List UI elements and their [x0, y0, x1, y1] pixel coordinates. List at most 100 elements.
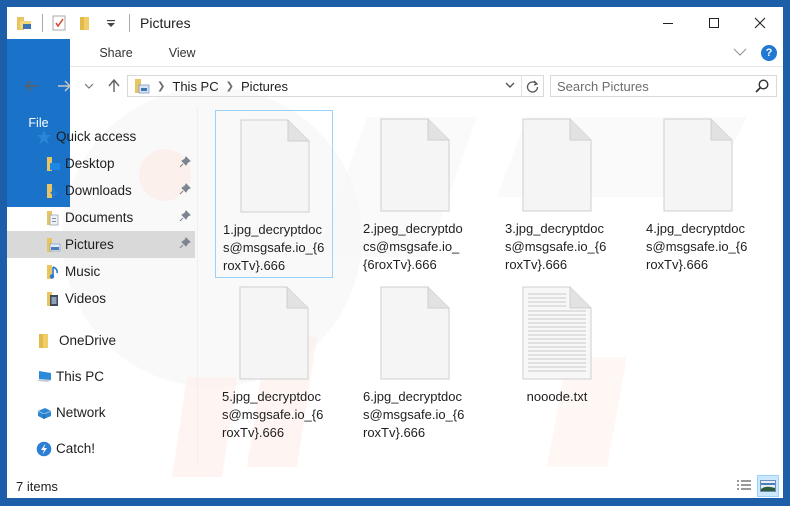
sidebar-item-quick-access[interactable]: Quick access — [7, 123, 195, 150]
sidebar-item-this-pc[interactable]: This PC — [7, 363, 195, 390]
desktop-folder-icon — [45, 156, 61, 172]
large-icons-view-icon — [760, 480, 776, 492]
tab-share[interactable]: Share — [81, 39, 150, 66]
file-explorer-window: Pictures File Home Share View ? — [7, 7, 783, 498]
blank-file-icon — [663, 118, 733, 212]
computer-icon — [36, 369, 52, 385]
sidebar-item-label: Catch! — [56, 441, 96, 456]
details-view-icon — [737, 480, 751, 490]
up-arrow-icon — [108, 79, 120, 92]
sidebar-item-pictures[interactable]: Pictures — [7, 231, 195, 258]
up-button[interactable] — [101, 74, 127, 98]
customize-toolbar-dropdown-icon[interactable] — [103, 15, 119, 31]
file-name: 6.jpg_decryptdocs@msgsafe.io_{6roxTv}.66… — [363, 389, 465, 440]
tab-view[interactable]: View — [151, 39, 214, 66]
file-item[interactable]: 5.jpg_decryptdocs@msgsafe.io_{6roxTv}.66… — [215, 278, 333, 446]
file-view: 1.jpg_decryptdocs@msgsafe.io_{6roxTv}.66… — [204, 107, 779, 469]
sidebar-item-label: Documents — [65, 210, 134, 225]
search-icon[interactable] — [754, 78, 770, 99]
breadcrumb-pictures[interactable]: Pictures — [241, 79, 288, 94]
forward-button[interactable] — [51, 74, 77, 98]
expand-ribbon-icon[interactable] — [733, 44, 747, 62]
sidebar-item-label: Pictures — [65, 237, 114, 252]
sidebar-item-documents[interactable]: Documents — [7, 204, 195, 231]
refresh-icon — [526, 80, 539, 93]
pictures-folder-icon — [45, 237, 61, 253]
sidebar-item-label: Music — [65, 264, 101, 279]
search-input[interactable] — [551, 78, 746, 94]
pin-icon[interactable] — [179, 210, 191, 225]
file-item[interactable]: 1.jpg_decryptdocs@msgsafe.io_{6roxTv}.66… — [215, 110, 333, 278]
new-folder-icon[interactable] — [77, 15, 93, 31]
onedrive-folder-icon — [36, 333, 52, 349]
documents-folder-icon — [45, 210, 61, 226]
navigation-pane: Quick access Desktop Downloads Documents — [7, 107, 197, 467]
pin-icon[interactable] — [179, 183, 191, 198]
breadcrumb-separator-icon[interactable]: ❯ — [157, 81, 165, 92]
recent-locations-button[interactable] — [81, 74, 97, 98]
pin-icon[interactable] — [179, 237, 191, 252]
chevron-down-icon — [84, 83, 94, 89]
sidebar-item-onedrive[interactable]: OneDrive — [7, 327, 195, 354]
help-button[interactable]: ? — [761, 45, 777, 61]
pictures-location-icon — [134, 78, 150, 94]
window-title: Pictures — [140, 15, 191, 31]
file-item[interactable]: 4.jpg_decryptdocs@msgsafe.io_{6roxTv}.66… — [639, 110, 757, 278]
sidebar-item-downloads[interactable]: Downloads — [7, 177, 195, 204]
close-button[interactable] — [737, 7, 783, 39]
blank-file-icon — [380, 286, 450, 380]
large-icons-view-button[interactable] — [757, 475, 779, 497]
music-folder-icon — [45, 264, 61, 280]
properties-icon[interactable] — [51, 15, 67, 31]
file-name: 4.jpg_decryptdocs@msgsafe.io_{6roxTv}.66… — [646, 221, 748, 272]
sidebar-item-label: This PC — [56, 369, 105, 384]
ribbon-right-controls: ? — [733, 39, 777, 67]
file-item[interactable]: 2.jpeg_decryptdocs@msgsafe.io_{6roxTv}.6… — [356, 110, 474, 278]
view-toggle — [733, 475, 779, 497]
file-name: 1.jpg_decryptdocs@msgsafe.io_{6roxTv}.66… — [223, 222, 325, 273]
star-icon — [36, 129, 52, 145]
sidebar-item-videos[interactable]: Videos — [7, 285, 195, 312]
pane-divider[interactable] — [197, 107, 198, 467]
toolbar-divider — [42, 14, 43, 32]
window-controls — [645, 7, 783, 39]
catch-icon — [36, 441, 52, 457]
sidebar-item-label: Downloads — [65, 183, 132, 198]
file-item[interactable]: 6.jpg_decryptdocs@msgsafe.io_{6roxTv}.66… — [356, 278, 474, 446]
file-name: 3.jpg_decryptdocs@msgsafe.io_{6roxTv}.66… — [505, 221, 607, 272]
file-item[interactable]: 3.jpg_decryptdocs@msgsafe.io_{6roxTv}.66… — [498, 110, 616, 278]
sidebar-item-label: OneDrive — [59, 333, 117, 348]
breadcrumb-separator-icon[interactable]: ❯ — [226, 81, 234, 92]
breadcrumb-this-pc[interactable]: This PC — [172, 79, 218, 94]
minimize-button[interactable] — [645, 7, 691, 39]
maximize-button[interactable] — [691, 7, 737, 39]
blank-file-icon — [380, 118, 450, 212]
sidebar-item-label: Videos — [65, 291, 107, 306]
file-name: 2.jpeg_decryptdocs@msgsafe.io_{6roxTv}.6… — [363, 221, 463, 272]
sidebar-item-music[interactable]: Music — [7, 258, 195, 285]
address-bar[interactable]: ❯ This PC ❯ Pictures — [127, 75, 544, 97]
sidebar-item-catch[interactable]: Catch! — [7, 435, 195, 462]
address-history-dropdown-icon[interactable] — [499, 81, 521, 92]
details-view-button[interactable] — [733, 475, 755, 497]
blank-file-icon — [240, 119, 310, 213]
pin-icon[interactable] — [179, 156, 191, 171]
back-button[interactable] — [19, 74, 45, 98]
search-box — [550, 75, 777, 97]
sidebar-item-label: Quick access — [56, 129, 137, 144]
sidebar-item-network[interactable]: Network — [7, 399, 195, 426]
folder-app-icon — [16, 15, 32, 31]
file-item[interactable]: nooode.txt — [498, 278, 616, 446]
address-bar-controls — [499, 76, 543, 96]
toolbar-divider — [129, 14, 130, 32]
sidebar-item-desktop[interactable]: Desktop — [7, 150, 195, 177]
sidebar-item-label: Desktop — [65, 156, 115, 171]
refresh-button[interactable] — [521, 76, 543, 96]
navigation-bar: ❯ This PC ❯ Pictures — [7, 67, 783, 105]
status-bar: 7 items — [7, 474, 783, 498]
blank-file-icon — [239, 286, 309, 380]
blank-file-icon — [522, 118, 592, 212]
back-arrow-icon — [25, 80, 38, 92]
network-icon — [36, 405, 52, 421]
quick-access-toolbar — [7, 7, 138, 39]
